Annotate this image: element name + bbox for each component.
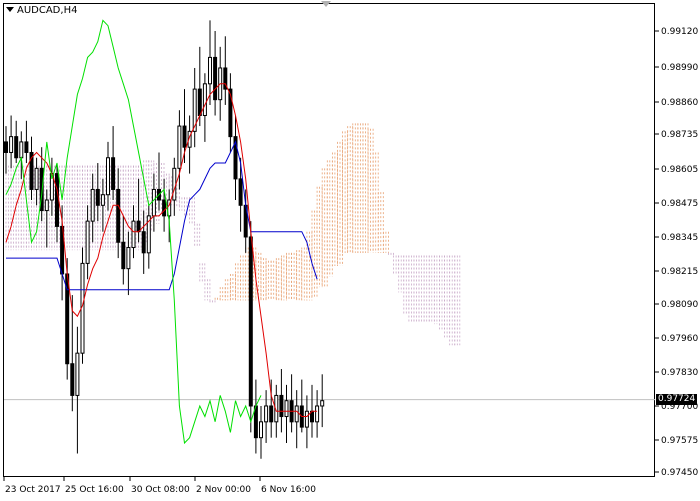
- candle-body: [126, 247, 131, 270]
- candle-body: [111, 157, 116, 190]
- price-axis: 0.99120 0.98990 0.98860 0.98735 0.98605 …: [655, 27, 698, 478]
- price-tick: 0.98475: [655, 199, 698, 209]
- symbol-label: AUDCAD,H4: [6, 5, 77, 16]
- candle-body: [202, 83, 207, 117]
- candle-body: [141, 231, 146, 254]
- price-tick: 0.97960: [655, 334, 698, 344]
- candle-body: [284, 400, 289, 418]
- price-tick: 0.97450: [655, 468, 698, 478]
- candle-body: [95, 188, 100, 206]
- price-tick: 0.99120: [655, 27, 698, 37]
- candle-body: [4, 141, 8, 153]
- candle-body: [294, 405, 299, 423]
- price-tick-label: 0.99120: [661, 27, 698, 37]
- candle-body: [75, 352, 80, 396]
- price-tick: 0.98215: [655, 267, 698, 277]
- candle-body: [151, 188, 156, 217]
- candle-body: [162, 199, 167, 217]
- time-axis: 23 Oct 2017 25 Oct 16:00 30 Oct 08:00 2 …: [3, 477, 316, 495]
- price-tick: 0.98990: [655, 63, 698, 73]
- candle-body: [269, 405, 274, 423]
- current-price-label: 0.97724: [656, 393, 698, 405]
- candle-body: [9, 136, 14, 153]
- candle-body: [259, 421, 263, 439]
- candle-body: [24, 141, 29, 153]
- time-tick: 23 Oct 2017: [3, 477, 61, 495]
- price-tick-label: 0.98860: [661, 98, 698, 108]
- time-tick: 6 Nov 16:00: [259, 477, 316, 495]
- candle-body: [172, 167, 177, 201]
- candle-body: [131, 220, 136, 249]
- price-tick: 0.98860: [655, 98, 698, 108]
- chart-window[interactable]: AUDCAD,H4 0.99120 0.98990 0.98860 0.9873…: [0, 0, 700, 501]
- time-tick: 25 Oct 16:00: [63, 477, 124, 495]
- candle-body: [34, 167, 39, 190]
- candles: [4, 20, 325, 459]
- price-tick-label: 0.97450: [661, 468, 698, 478]
- candle-body: [70, 363, 75, 396]
- candle-body: [106, 157, 110, 196]
- candle-body: [304, 410, 309, 428]
- time-tick-label: 23 Oct 2017: [5, 485, 61, 495]
- time-tick-label: 6 Nov 16:00: [261, 485, 316, 495]
- tenkan-line: [5, 83, 318, 417]
- price-tick: 0.98345: [655, 233, 698, 243]
- dropdown-triangle-icon: [6, 7, 14, 12]
- indicator-lines: [5, 19, 318, 445]
- price-tick: 0.98605: [655, 165, 698, 175]
- price-tick-label: 0.98990: [661, 63, 698, 73]
- price-tick: 0.97575: [655, 436, 698, 446]
- candle-body: [44, 199, 49, 212]
- time-tick-label: 25 Oct 16:00: [65, 485, 124, 495]
- candle-body: [238, 178, 243, 206]
- price-tick-label: 0.98735: [661, 130, 698, 140]
- chart-svg: 0.99120 0.98990 0.98860 0.98735 0.98605 …: [3, 19, 698, 495]
- candle-body: [320, 400, 325, 407]
- candle-body: [197, 88, 202, 117]
- price-tick-label: 0.98605: [661, 165, 698, 175]
- price-tick-label: 0.97575: [661, 436, 698, 446]
- candle-body: [182, 125, 187, 148]
- candle-body: [116, 188, 121, 243]
- candle-body: [279, 394, 284, 418]
- price-tick-label: 0.98090: [661, 300, 698, 310]
- price-tick: 0.97830: [655, 368, 698, 378]
- candle-body: [315, 405, 320, 423]
- price-tick-label: 0.97830: [661, 368, 698, 378]
- price-tick: 0.98735: [655, 130, 698, 140]
- candle-body: [90, 188, 95, 222]
- candle-body: [14, 136, 19, 159]
- time-tick-label: 30 Oct 08:00: [131, 485, 190, 495]
- time-tick: 30 Oct 08:00: [129, 477, 190, 495]
- price-tick-label: 0.97960: [661, 334, 698, 344]
- candle-body: [264, 405, 269, 423]
- candle-body: [213, 56, 218, 101]
- candle-body: [177, 125, 182, 169]
- ichimoku-cloud: [5, 123, 461, 346]
- candle-body: [100, 194, 105, 206]
- candle-body: [248, 236, 253, 407]
- time-tick-label: 2 Nov 00:00: [196, 485, 251, 495]
- candle-body: [121, 241, 126, 270]
- time-tick: 2 Nov 00:00: [194, 477, 251, 495]
- candle-body: [85, 220, 90, 264]
- candle-body: [208, 56, 212, 85]
- price-tick-label: 0.98345: [661, 233, 698, 243]
- symbol-text: AUDCAD,H4: [17, 5, 78, 16]
- price-tick: 0.98090: [655, 300, 698, 310]
- price-tick-label: 0.98215: [661, 267, 698, 277]
- candle-body: [19, 141, 24, 159]
- candle-body: [55, 173, 59, 227]
- price-tick-label: 0.98475: [661, 199, 698, 209]
